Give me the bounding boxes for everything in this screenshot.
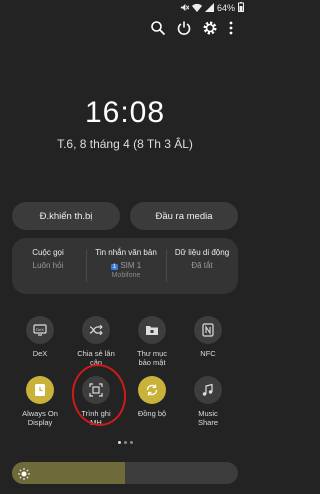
tile-label: Thư mục bảo mật [136, 349, 168, 367]
messages-title: Tin nhắn văn bản [95, 248, 157, 257]
tile-dex[interactable]: DeX DeX [20, 316, 60, 358]
music-share-icon [194, 376, 222, 404]
device-control-button[interactable]: Đ.khiển th.bị [12, 202, 120, 230]
page-dot [124, 441, 127, 444]
panel-top-icons [150, 20, 244, 36]
more-options-icon[interactable] [228, 20, 244, 36]
signal-icon [204, 2, 214, 14]
svg-text:DeX: DeX [36, 327, 44, 332]
calls-value: Luôn hỏi [32, 261, 64, 270]
status-icons: 64% [180, 2, 244, 14]
clock-date: T.6, 8 tháng 4 (8 Th 3 ÂL) [57, 137, 193, 151]
tile-nfc[interactable]: NFC [188, 316, 228, 358]
carrier-name: Mobifone [111, 272, 141, 279]
tile-label: NFC [200, 349, 216, 358]
tile-label: DeX [32, 349, 48, 358]
tile-always-on-display[interactable]: Always On Display [20, 376, 60, 427]
secure-folder-icon [138, 316, 166, 344]
messages-value: SIM 1 [120, 261, 142, 270]
calls-title: Cuộc gọi [32, 248, 64, 257]
mobile-data-title: Dữ liệu di động [174, 248, 230, 257]
messages-value-row: 1 SIM 1 [88, 261, 164, 270]
power-icon[interactable] [176, 20, 192, 36]
status-bar: 64% [0, 0, 250, 14]
mobile-data-value: Đã tắt [191, 261, 213, 270]
tile-label: Music Share [197, 409, 218, 427]
divider [166, 250, 167, 282]
tile-secure-folder[interactable]: Thư mục bảo mật [132, 316, 172, 367]
dex-icon: DeX [26, 316, 54, 344]
tile-sync[interactable]: Đồng bộ [132, 376, 172, 418]
battery-icon [238, 2, 244, 14]
mute-icon [180, 3, 190, 14]
sim-badge: 1 [110, 264, 119, 270]
clock-time: 16:08 [84, 96, 166, 129]
gear-icon[interactable] [202, 20, 218, 36]
sim-info-card: Cuộc gọi Luôn hỏi Tin nhắn văn bản 1 SIM… [12, 238, 238, 294]
divider [86, 250, 87, 282]
wifi-icon [191, 3, 202, 14]
sync-icon [138, 376, 166, 404]
messages-setting[interactable]: Tin nhắn văn bản 1 SIM 1 Mobifone [88, 248, 164, 279]
tile-label: Đồng bộ [137, 409, 167, 418]
media-output-button[interactable]: Đầu ra media [130, 202, 238, 230]
tile-music-share[interactable]: Music Share [188, 376, 228, 427]
page-indicator [118, 441, 133, 444]
mobile-data-setting[interactable]: Dữ liệu di động Đã tắt [168, 248, 236, 270]
nfc-icon [194, 316, 222, 344]
tile-nearby-share[interactable]: Chia sẻ lân cận [76, 316, 116, 367]
sun-icon [18, 467, 30, 484]
tile-label: Always On Display [22, 409, 58, 427]
calls-setting[interactable]: Cuộc gọi Luôn hỏi [16, 248, 80, 270]
brightness-slider[interactable] [12, 462, 238, 484]
page-dot [118, 441, 121, 444]
battery-percent: 64% [216, 3, 235, 13]
nearby-share-icon [82, 316, 110, 344]
search-icon[interactable] [150, 20, 166, 36]
always-on-display-icon [26, 376, 54, 404]
page-dot [130, 441, 133, 444]
